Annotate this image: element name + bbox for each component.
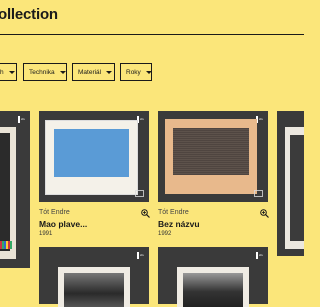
page-title: ollection: [0, 6, 58, 23]
artwork-card-4[interactable]: sbv: [158, 247, 268, 307]
filter-technika[interactable]: Technika: [23, 63, 67, 81]
zoom-icon[interactable]: [260, 209, 269, 218]
logo-icon: sbv: [136, 115, 145, 124]
artwork-image: [177, 267, 249, 307]
artwork-swatch: [173, 128, 249, 175]
artwork-title[interactable]: Bez názvu: [158, 219, 200, 229]
chevron-down-icon: [59, 70, 66, 74]
artwork-card-2[interactable]: sbv: [158, 111, 268, 202]
artwork-artist: Tót Endre: [158, 209, 189, 216]
zoom-icon[interactable]: [141, 209, 150, 218]
artwork-card-3[interactable]: sbv: [39, 247, 149, 307]
artwork-image: [285, 127, 304, 249]
artwork-year: 1991: [39, 231, 53, 237]
expand-icon[interactable]: [254, 190, 263, 197]
artwork-title[interactable]: Mao plave...: [39, 219, 87, 229]
filter-roky[interactable]: Roky: [120, 63, 152, 81]
filter-label: Materiál: [78, 68, 102, 76]
filter-label: Roky: [126, 68, 141, 76]
artwork-artist: Tót Endre: [39, 209, 70, 216]
logo-icon: sbv: [136, 251, 145, 260]
filter-author[interactable]: h: [0, 63, 17, 81]
filter-label: Technika: [29, 68, 55, 76]
artwork-card-right[interactable]: [277, 111, 304, 256]
filter-material[interactable]: Materiál: [72, 63, 115, 81]
artwork-image: [165, 119, 257, 194]
search-underline[interactable]: [0, 34, 304, 35]
chevron-down-icon: [8, 70, 15, 74]
expand-icon[interactable]: [135, 190, 144, 197]
chevron-down-icon: [106, 70, 113, 74]
logo-icon: sbv: [17, 115, 26, 124]
artwork-year: 1992: [158, 231, 172, 237]
artwork-image: [58, 267, 130, 307]
chevron-down-icon: [145, 70, 152, 74]
artwork-image: [46, 121, 137, 194]
logo-icon: sbv: [255, 251, 264, 260]
filter-label: h: [0, 68, 4, 76]
artwork-card-left[interactable]: sbv: [0, 111, 30, 268]
artwork-card-1[interactable]: sbv: [39, 111, 149, 202]
artwork-swatch: [54, 129, 129, 177]
artwork-image: [0, 127, 16, 259]
